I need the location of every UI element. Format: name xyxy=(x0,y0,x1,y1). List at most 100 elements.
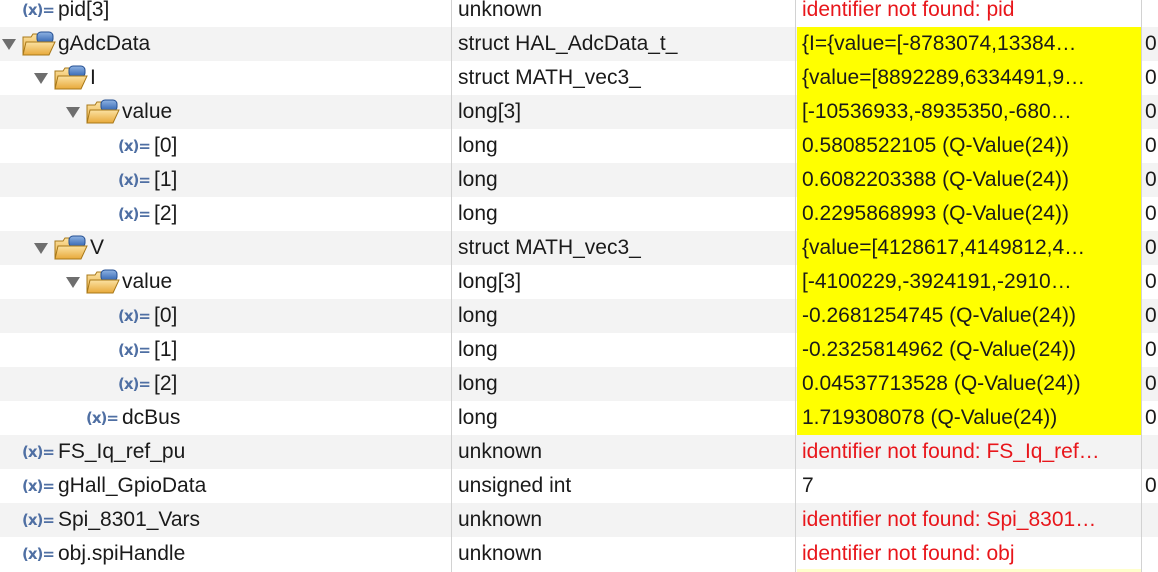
type-cell: long[3] xyxy=(458,100,522,123)
value-cell[interactable]: {value=[8892289,6334491,9… xyxy=(797,61,1141,95)
variable-name: dcBus xyxy=(122,406,181,429)
variable-name: pid[3] xyxy=(58,0,110,21)
value-cell[interactable]: identifier not found: pid xyxy=(797,0,1141,27)
variable-name: value xyxy=(122,100,173,123)
struct-folder-icon xyxy=(54,235,88,261)
variable-icon: (x)= xyxy=(118,137,151,155)
name-cell[interactable]: (x)= Spi_8301_Vars xyxy=(0,503,451,537)
name-cell[interactable]: (x)= FS_Iq_ref_pu xyxy=(0,435,451,469)
location-cell: 0 xyxy=(1145,202,1157,225)
location-cell: 0 xyxy=(1145,338,1157,361)
expressions-table: (x)= obj.spiHandle unknown identifier not f… xyxy=(0,0,1158,572)
name-cell[interactable]: (x)= [1] xyxy=(0,333,451,367)
expand-triangle-icon[interactable] xyxy=(66,277,80,288)
table-row[interactable]: (x)= [1] long -0.2325814962 (Q-Value(24)) 0 xyxy=(0,333,1158,367)
variable-icon: (x)= xyxy=(22,545,55,563)
variable-name: gHall_GpioData xyxy=(58,474,207,497)
name-cell[interactable]: (x)= obj.spiHandle xyxy=(0,537,451,571)
expand-triangle-icon[interactable] xyxy=(34,243,48,254)
variable-name: obj.spiHandle xyxy=(58,542,186,565)
location-cell: 0 xyxy=(1145,304,1157,327)
table-row[interactable]: (x)= [2] long 0.2295868993 (Q-Value(24)) 0 xyxy=(0,197,1158,231)
name-cell[interactable]: (x)= [2] xyxy=(0,367,451,401)
table-row[interactable]: (x)= gHall_GpioData unsigned int 7 0 xyxy=(0,469,1158,503)
table-row[interactable]: gAdcData struct HAL_AdcData_t_ {I={value=[… xyxy=(0,27,1158,61)
table-row[interactable]: (x)= Spi_8301_Vars unknown identifier not f… xyxy=(0,503,1158,537)
type-cell: unknown xyxy=(458,0,543,21)
type-cell: long xyxy=(458,406,498,429)
variable-icon: (x)= xyxy=(22,443,55,461)
name-cell[interactable]: (x)= [2] xyxy=(0,197,451,231)
name-cell[interactable]: (x)= pid[3] xyxy=(0,0,451,27)
name-cell[interactable]: I xyxy=(0,61,451,95)
value-cell[interactable]: identifier not found: FS_Iq_ref… xyxy=(797,435,1141,469)
table-row[interactable]: value long[3] [-10536933,-8935350,-680… 0 xyxy=(0,95,1158,129)
location-cell: 0 xyxy=(1145,100,1157,123)
value-cell[interactable]: -0.2325814962 (Q-Value(24)) xyxy=(797,333,1141,367)
expand-triangle-icon[interactable] xyxy=(66,107,80,118)
name-cell[interactable]: (x)= [0] xyxy=(0,299,451,333)
table-row[interactable]: (x)= [0] long -0.2681254745 (Q-Value(24)) 0 xyxy=(0,299,1158,333)
value-cell[interactable]: 0.04537713528 (Q-Value(24)) xyxy=(797,367,1141,401)
column-divider-value-location[interactable] xyxy=(1141,0,1142,572)
type-cell: unknown xyxy=(458,542,543,565)
value-cell[interactable]: [-10536933,-8935350,-680… xyxy=(797,95,1141,129)
expand-triangle-icon[interactable] xyxy=(2,39,16,50)
value-cell[interactable]: 0.2295868993 (Q-Value(24)) xyxy=(797,197,1141,231)
name-cell[interactable]: (x)= [0] xyxy=(0,129,451,163)
variable-name: [0] xyxy=(154,304,178,327)
value-cell[interactable]: {value=[4128617,4149812,4… xyxy=(797,231,1141,265)
location-cell: 0 xyxy=(1145,134,1157,157)
name-cell[interactable]: (x)= dcBus xyxy=(0,401,451,435)
variable-name: V xyxy=(90,236,105,259)
table-row[interactable]: (x)= dcBus long 1.719308078 (Q-Value(24)) 0 xyxy=(0,401,1158,435)
value-cell[interactable]: -0.2681254745 (Q-Value(24)) xyxy=(797,299,1141,333)
name-cell[interactable]: V xyxy=(0,231,451,265)
name-cell[interactable]: value xyxy=(0,95,451,129)
value-cell[interactable]: 7 xyxy=(797,469,1141,503)
variable-icon: (x)= xyxy=(22,511,55,529)
variable-icon: (x)= xyxy=(118,205,151,223)
variable-name: [0] xyxy=(154,134,178,157)
type-cell: unknown xyxy=(458,508,543,531)
location-cell xyxy=(1145,435,1158,469)
location-cell: 0 xyxy=(1145,270,1157,293)
type-cell: struct HAL_AdcData_t_ xyxy=(458,32,678,55)
table-row[interactable]: (x)= FS_Iq_ref_pu unknown identifier not fo… xyxy=(0,435,1158,469)
location-cell xyxy=(1145,0,1158,27)
table-row[interactable]: (x)= [2] long 0.04537713528 (Q-Value(24)) 0 xyxy=(0,367,1158,401)
value-cell[interactable]: identifier not found: Spi_8301… xyxy=(797,503,1141,537)
struct-folder-icon xyxy=(86,99,120,125)
struct-folder-icon xyxy=(22,31,56,57)
value-cell[interactable]: 1.719308078 (Q-Value(24)) xyxy=(797,401,1141,435)
column-divider-type-value[interactable] xyxy=(795,0,796,572)
value-cell[interactable]: identifier not found: obj xyxy=(797,537,1141,571)
column-divider-name-type[interactable] xyxy=(451,0,452,572)
table-row[interactable]: Istruct MATH_vec3_ {value=[8892289,633449… xyxy=(0,61,1158,95)
value-cell[interactable]: [-4100229,-3924191,-2910… xyxy=(797,265,1141,299)
name-cell[interactable]: (x)= gHall_GpioData xyxy=(0,469,451,503)
location-cell: 0 xyxy=(1145,168,1157,191)
type-cell: long xyxy=(458,202,498,225)
value-cell[interactable]: {I={value=[-8783074,13384… xyxy=(797,27,1141,61)
variable-name: Spi_8301_Vars xyxy=(58,508,201,531)
name-cell[interactable]: (x)= [1] xyxy=(0,163,451,197)
value-cell[interactable]: 0.6082203388 (Q-Value(24)) xyxy=(797,163,1141,197)
table-row[interactable]: Vstruct MATH_vec3_ {value=[4128617,414981… xyxy=(0,231,1158,265)
expand-triangle-icon[interactable] xyxy=(34,73,48,84)
type-cell: struct MATH_vec3_ xyxy=(458,66,641,89)
name-cell[interactable]: value xyxy=(0,265,451,299)
type-cell: long xyxy=(458,372,498,395)
location-cell: 0 xyxy=(1145,236,1157,259)
table-row[interactable]: (x)= [0] long 0.5808522105 (Q-Value(24)) 0 xyxy=(0,129,1158,163)
type-cell: long xyxy=(458,134,498,157)
name-cell[interactable]: gAdcData xyxy=(0,27,451,61)
table-row[interactable]: (x)= obj.spiHandle unknown identifier not f… xyxy=(0,537,1158,571)
table-row[interactable]: value long[3] [-4100229,-3924191,-2910… 0 xyxy=(0,265,1158,299)
variable-name: FS_Iq_ref_pu xyxy=(58,440,186,463)
value-cell[interactable]: 0.5808522105 (Q-Value(24)) xyxy=(797,129,1141,163)
table-row[interactable]: (x)= pid[3] unknown identifier not found: p… xyxy=(0,0,1158,27)
table-row[interactable]: (x)= [1] long 0.6082203388 (Q-Value(24)) 0 xyxy=(0,163,1158,197)
struct-folder-icon xyxy=(86,269,120,295)
type-cell: long xyxy=(458,338,498,361)
